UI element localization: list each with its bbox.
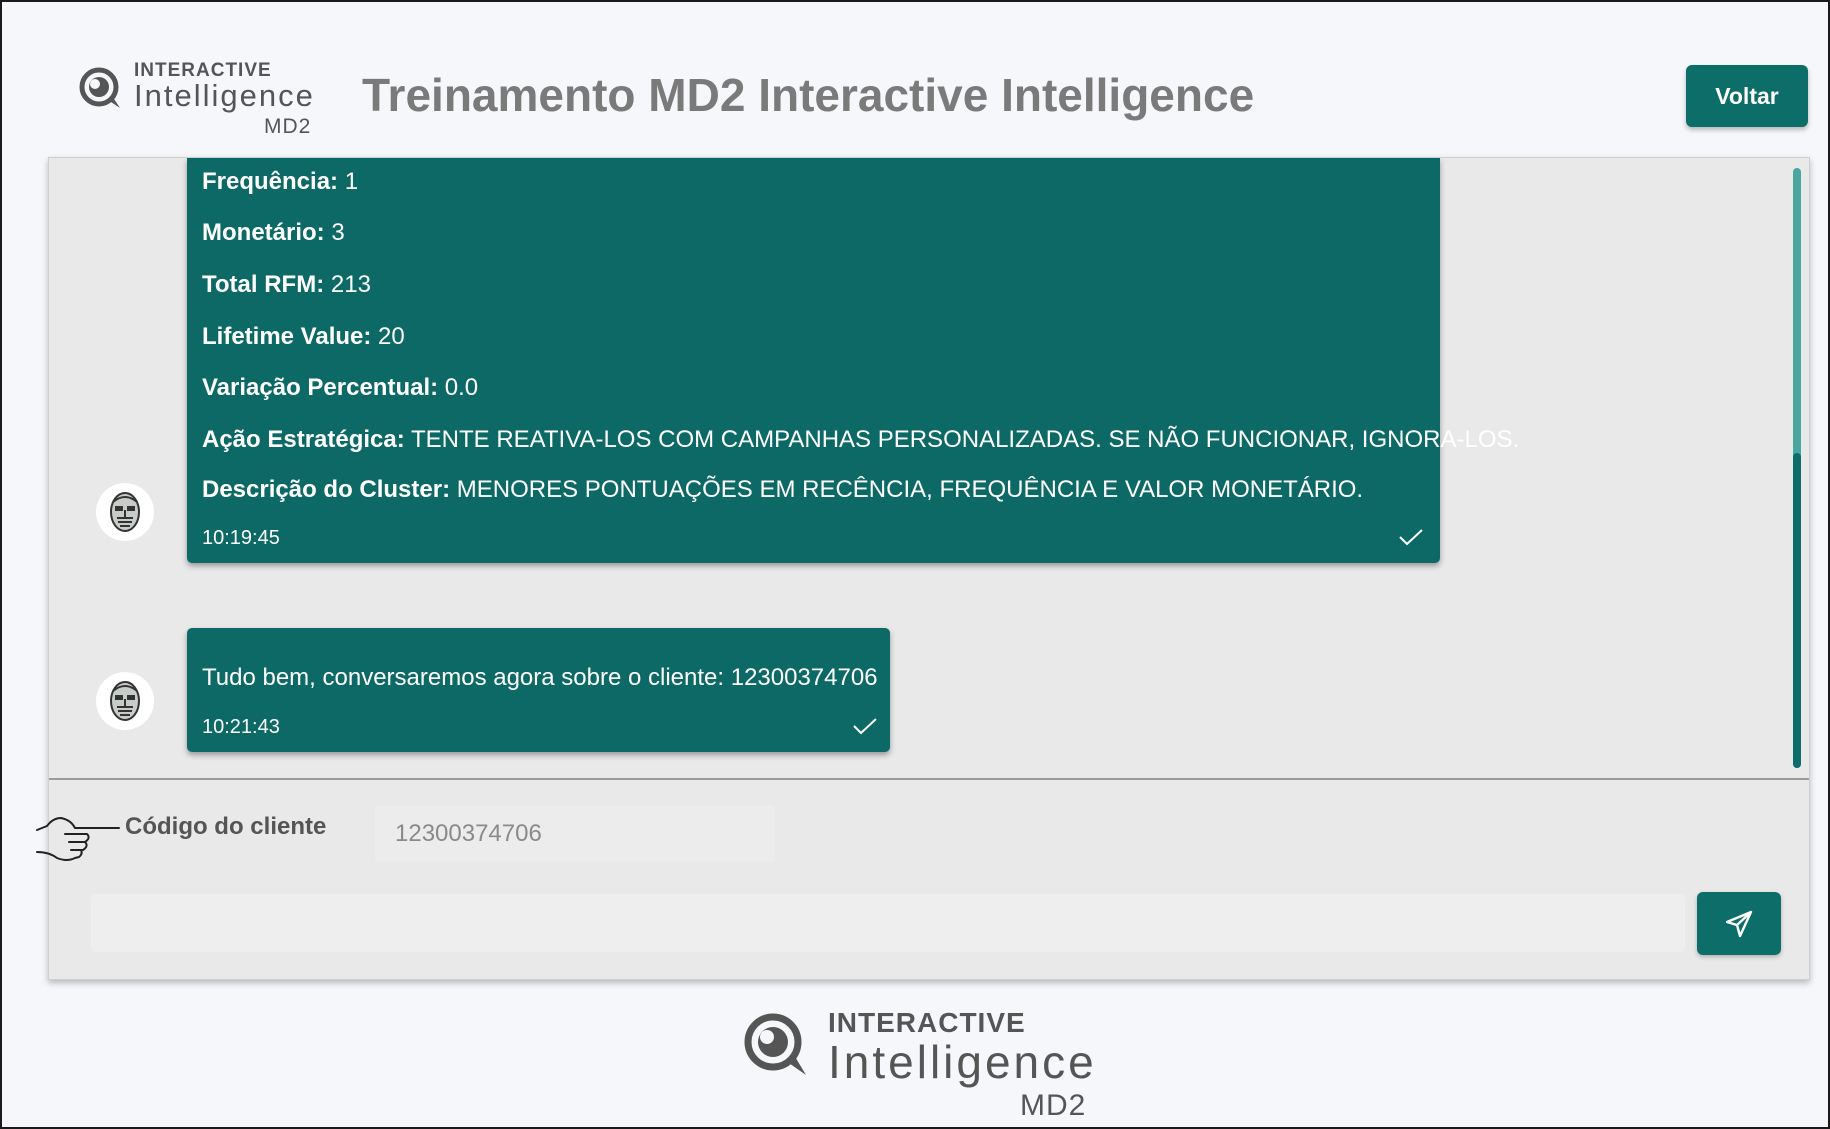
page-title: Treinamento MD2 Interactive Intelligence xyxy=(362,69,1255,121)
paper-plane-icon xyxy=(1725,910,1753,937)
bot-avatar xyxy=(96,483,154,541)
checkmark-icon xyxy=(1399,529,1423,546)
message-field-variacao: Variação Percentual: 0.0 xyxy=(202,374,479,401)
message-field-frequencia: Frequência: 1 xyxy=(202,168,359,195)
message-field-lifetime-value: Lifetime Value: 20 xyxy=(202,323,405,350)
logo-text-md2: MD2 xyxy=(264,115,312,138)
logo-text-intelligence: Intelligence xyxy=(828,1036,1097,1088)
message-field-descricao-cluster: Descrição do Cluster: MENORES PONTUAÇÕES… xyxy=(202,476,1364,503)
message-timestamp: 10:21:43 xyxy=(202,716,280,738)
message-input[interactable] xyxy=(91,894,1685,952)
bot-message-bubble: Tudo bem, conversaremos agora sobre o cl… xyxy=(187,628,890,752)
message-field-total-rfm: Total RFM: 213 xyxy=(202,271,371,298)
footer-logo: INTERACTIVE Intelligence MD2 xyxy=(742,1007,1122,1122)
app-header: INTERACTIVE Intelligence MD2 Treinamento… xyxy=(2,2,1828,157)
header-logo: INTERACTIVE Intelligence MD2 xyxy=(74,60,334,140)
magnifier-logo-icon xyxy=(744,1013,806,1075)
magnifier-logo-icon xyxy=(79,67,120,108)
scrollbar-thumb[interactable] xyxy=(1793,453,1801,768)
logo-text-intelligence: Intelligence xyxy=(134,78,315,113)
logo-text-md2: MD2 xyxy=(1020,1089,1087,1122)
checkmark-icon xyxy=(853,718,877,735)
customer-code-label: Código do cliente xyxy=(125,813,327,840)
message-text: Tudo bem, conversaremos agora sobre o cl… xyxy=(202,664,878,691)
bot-message-bubble: Frequência: 1 Monetário: 3 Total RFM: 21… xyxy=(187,158,1519,563)
pointing-hand-icon xyxy=(36,817,120,861)
customer-code-input[interactable] xyxy=(375,805,775,862)
back-button[interactable]: Voltar xyxy=(1686,65,1808,127)
robot-face-icon xyxy=(110,492,140,532)
message-timestamp: 10:19:45 xyxy=(202,527,280,549)
send-button[interactable] xyxy=(1697,892,1781,955)
chat-panel: Frequência: 1 Monetário: 3 Total RFM: 21… xyxy=(36,157,1810,980)
message-field-acao-estrategica: Ação Estratégica: TENTE REATIVA-LOS COM … xyxy=(202,426,1520,453)
bot-avatar xyxy=(96,672,154,730)
robot-face-icon xyxy=(110,681,140,721)
message-field-monetario: Monetário: 3 xyxy=(202,219,345,246)
message-list[interactable]: Frequência: 1 Monetário: 3 Total RFM: 21… xyxy=(49,158,1809,780)
